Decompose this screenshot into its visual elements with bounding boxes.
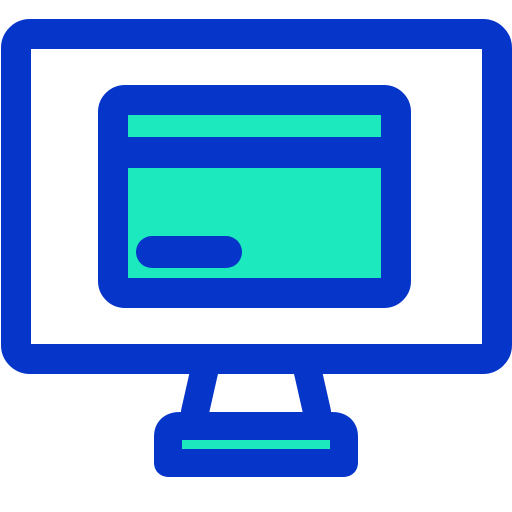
icon-canvas xyxy=(0,0,512,512)
card-stripe xyxy=(113,137,396,168)
card-label-pill xyxy=(136,236,242,268)
computer-monitor-with-card-icon xyxy=(1,19,512,477)
